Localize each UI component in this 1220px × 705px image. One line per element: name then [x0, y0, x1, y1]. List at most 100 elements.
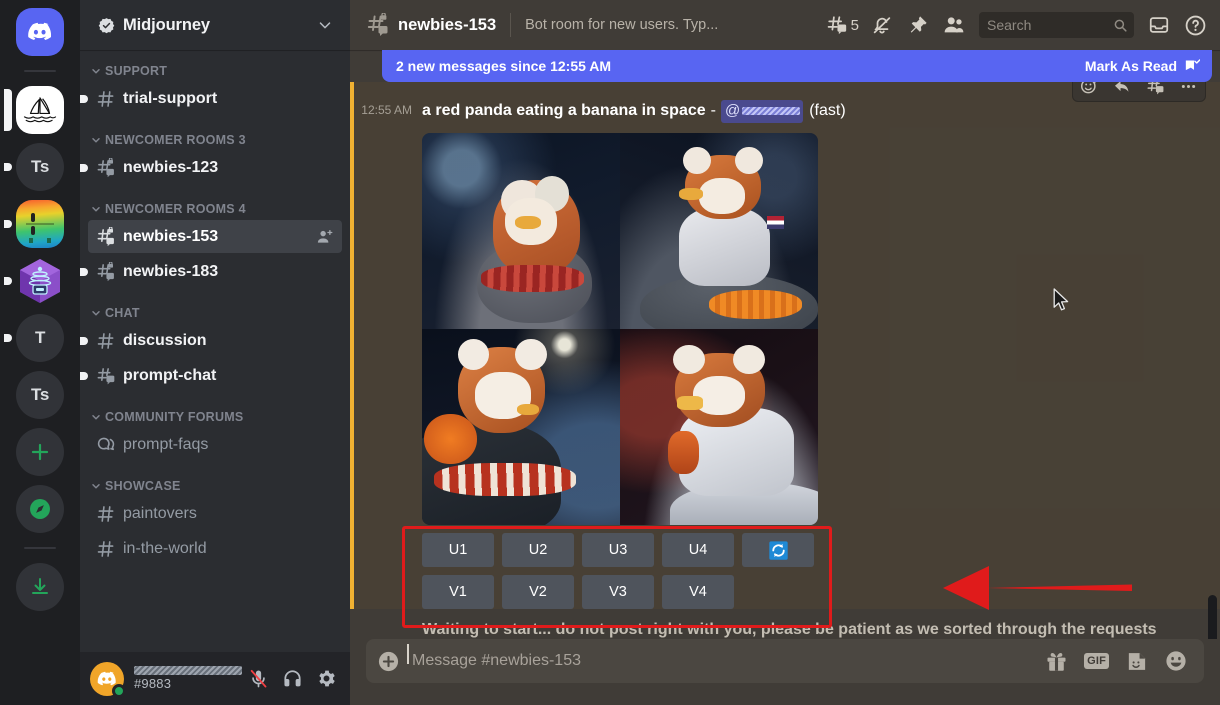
- chevron-down-icon: [90, 411, 102, 423]
- sidebar-item-prompt-faqs[interactable]: prompt-faqs: [88, 428, 342, 461]
- upscale-u4-button[interactable]: U4: [662, 533, 734, 568]
- server-icon-t[interactable]: T: [4, 314, 68, 362]
- sidebar-item-trial-support[interactable]: trial-support: [80, 82, 342, 115]
- user-identity[interactable]: #9883: [132, 666, 242, 691]
- sidebar-item-label: prompt-faqs: [123, 435, 209, 453]
- plus-icon: [16, 428, 64, 476]
- category-label: NEWCOMER ROOMS 4: [105, 202, 246, 216]
- discord-logo-icon: [16, 8, 64, 56]
- category-newcomer-rooms-3[interactable]: NEWCOMER ROOMS 3: [88, 117, 342, 151]
- hash-thread-locked-icon: [96, 226, 116, 247]
- server-icon-midjourney[interactable]: [4, 86, 68, 134]
- server-icon-ts-2[interactable]: Ts: [12, 371, 68, 419]
- reroll-button[interactable]: [742, 533, 814, 568]
- threads-button[interactable]: 5: [822, 14, 863, 36]
- category-newcomer-rooms-4[interactable]: NEWCOMER ROOMS 4: [88, 186, 342, 220]
- mic-muted-button[interactable]: [242, 663, 274, 695]
- server-icon-ts-1[interactable]: Ts: [4, 143, 68, 191]
- grid-image-3[interactable]: [422, 329, 620, 526]
- channel-topic[interactable]: Bot room for new users. Typ...: [525, 17, 718, 33]
- grid-image-1[interactable]: [422, 133, 620, 330]
- message-body: 12:55 AM a red panda eating a banana in …: [350, 100, 1172, 629]
- category-label: SHOWCASE: [105, 479, 181, 493]
- user-settings-button[interactable]: [310, 663, 342, 695]
- sidebar-item-paintovers[interactable]: paintovers: [88, 497, 342, 530]
- server-icon-gradient[interactable]: [4, 200, 68, 248]
- upscale-u3-button[interactable]: U3: [582, 533, 654, 568]
- deafen-button[interactable]: [276, 663, 308, 695]
- help-icon[interactable]: [1178, 8, 1212, 42]
- category-chat[interactable]: CHAT: [88, 290, 342, 324]
- sidebar-item-in-the-world[interactable]: in-the-world: [88, 532, 342, 565]
- scrollbar-thumb[interactable]: [1208, 595, 1217, 639]
- variation-v4-button[interactable]: V4: [662, 575, 734, 610]
- notifications-muted-icon[interactable]: [865, 8, 899, 42]
- user-mention[interactable]: @: [720, 100, 804, 124]
- explore-servers-button[interactable]: [12, 485, 68, 533]
- new-messages-banner[interactable]: 2 new messages since 12:55 AM Mark As Re…: [382, 50, 1212, 82]
- download-apps-button[interactable]: [12, 563, 68, 611]
- next-message-preview: Waiting to start... do not post right wi…: [422, 621, 1157, 638]
- emoji-button[interactable]: [1164, 649, 1188, 673]
- category-support[interactable]: SUPPORT: [88, 58, 342, 82]
- variation-v1-button[interactable]: V1: [422, 575, 494, 610]
- server-header-dropdown[interactable]: Midjourney: [80, 0, 350, 50]
- upscale-button-row: U1 U2 U3 U4: [422, 533, 818, 568]
- prompt-text: a red panda eating a banana in space: [422, 102, 706, 119]
- sidebar-item-label: newbies-123: [123, 158, 219, 176]
- sidebar-item-newbies-183[interactable]: newbies-183: [80, 255, 342, 288]
- sidebar-item-prompt-chat[interactable]: prompt-chat: [80, 359, 342, 392]
- channel-topbar: newbies-153 Bot room for new users. Typ.…: [350, 0, 1220, 50]
- avatar[interactable]: [90, 661, 126, 698]
- mention-at-symbol: @: [724, 102, 741, 119]
- sticker-button[interactable]: [1125, 650, 1148, 673]
- chevron-down-icon: [316, 16, 334, 34]
- channel-sidebar: Midjourney SUPPORT trial-support NEWCOME…: [80, 0, 350, 705]
- add-member-icon[interactable]: [316, 228, 334, 246]
- message-composer[interactable]: Message #newbies-153 GIF: [366, 639, 1204, 683]
- verified-badge-icon: [98, 17, 115, 34]
- server-name-label: Midjourney: [123, 15, 211, 34]
- upscale-u1-button[interactable]: U1: [422, 533, 494, 568]
- upscale-u2-button[interactable]: U2: [502, 533, 574, 568]
- category-community-forums[interactable]: COMMUNITY FORUMS: [88, 394, 342, 428]
- sidebar-item-newbies-153[interactable]: newbies-153: [88, 220, 342, 253]
- server-initials: T: [16, 314, 64, 362]
- gif-button[interactable]: GIF: [1084, 653, 1109, 669]
- chevron-down-icon: [90, 307, 102, 319]
- midjourney-action-buttons: U1 U2 U3 U4 V1 V2 V3 V4: [402, 526, 1132, 629]
- generated-image-grid[interactable]: [422, 133, 818, 526]
- hash-icon: [96, 331, 116, 351]
- rail-divider-top: [24, 70, 56, 72]
- inbox-icon[interactable]: [1142, 8, 1176, 42]
- discord-app-window: Ts T Ts Midjourney SUPPORT trial-support…: [0, 0, 1220, 705]
- pinned-messages-icon[interactable]: [901, 8, 935, 42]
- composer-area: Message #newbies-153 GIF: [350, 639, 1220, 705]
- hash-thread-icon: [96, 366, 116, 386]
- sidebar-item-discussion[interactable]: discussion: [80, 324, 342, 357]
- category-label: SUPPORT: [105, 64, 168, 78]
- grid-image-4[interactable]: [620, 329, 818, 526]
- grid-image-2[interactable]: [620, 133, 818, 330]
- plus-circle-icon: [378, 651, 398, 671]
- message-scrollbar[interactable]: [1204, 50, 1220, 639]
- sidebar-item-label: newbies-153: [123, 227, 219, 245]
- sidebar-item-newbies-123[interactable]: newbies-123: [80, 151, 342, 184]
- add-server-button[interactable]: [12, 428, 68, 476]
- category-showcase[interactable]: SHOWCASE: [88, 463, 342, 497]
- hash-thread-locked-icon: [96, 157, 116, 178]
- variation-v3-button[interactable]: V3: [582, 575, 654, 610]
- member-list-icon[interactable]: [937, 8, 971, 42]
- status-badge: [112, 683, 126, 698]
- main-content: newbies-153 Bot room for new users. Typ.…: [350, 0, 1220, 705]
- upload-attachment-button[interactable]: [366, 639, 410, 683]
- mention-redacted-name: [742, 107, 801, 116]
- mark-as-read-button[interactable]: Mark As Read: [1085, 58, 1200, 75]
- server-icon-hex[interactable]: [4, 257, 68, 305]
- topbar-actions: 5 Search: [822, 8, 1212, 42]
- variation-v2-button[interactable]: V2: [502, 575, 574, 610]
- server-icon-discord-home[interactable]: [12, 8, 68, 56]
- message-input[interactable]: Message #newbies-153: [407, 644, 1045, 670]
- gift-button[interactable]: [1045, 650, 1068, 673]
- search-input[interactable]: Search: [979, 12, 1134, 38]
